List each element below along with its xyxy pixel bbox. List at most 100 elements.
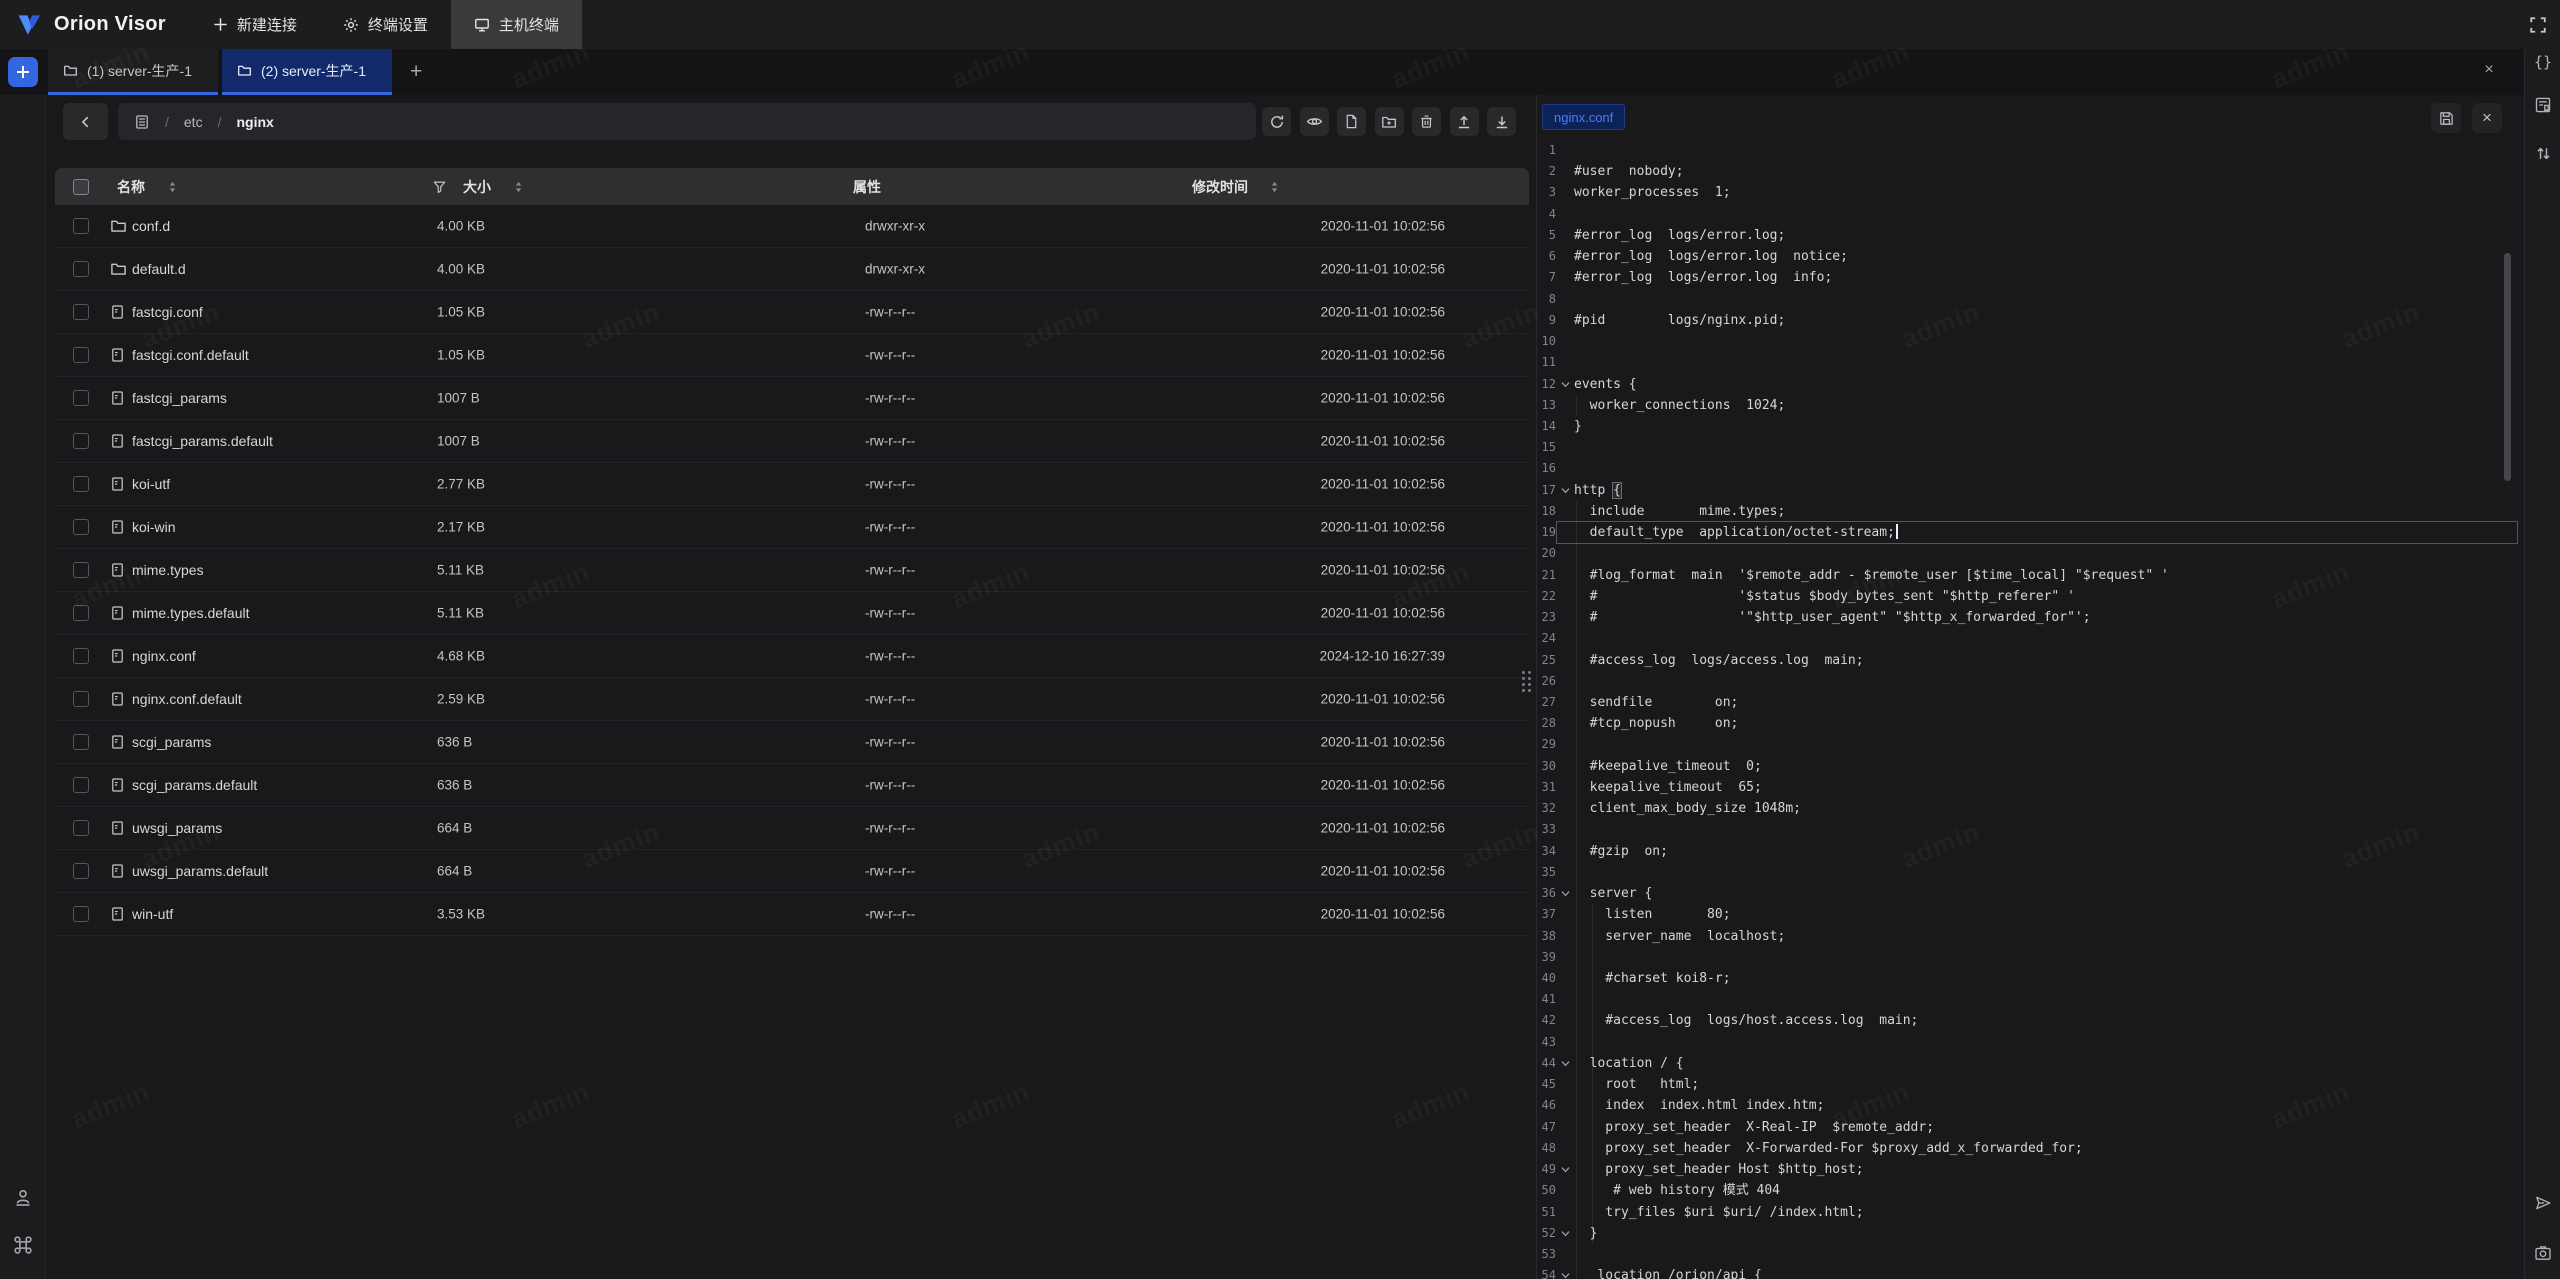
table-row[interactable]: default.d4.00 KBdrwxr-xr-x2020-11-01 10:… xyxy=(55,248,1529,291)
row-checkbox[interactable] xyxy=(73,261,89,277)
code-line[interactable]: 42 #access_log logs/host.access.log main… xyxy=(1540,1010,2524,1031)
send-icon[interactable] xyxy=(2532,1192,2554,1214)
code-line[interactable]: 21 #log_format main '$remote_addr - $rem… xyxy=(1540,565,2524,586)
command-icon[interactable] xyxy=(11,1233,35,1257)
fold-chevron-icon[interactable] xyxy=(1558,1053,1572,1074)
row-checkbox[interactable] xyxy=(73,863,89,879)
table-row[interactable]: fastcgi_params1007 B-rw-r--r--2020-11-01… xyxy=(55,377,1529,420)
fold-chevron-icon[interactable] xyxy=(1558,1159,1572,1180)
table-row[interactable]: mime.types.default5.11 KB-rw-r--r--2020-… xyxy=(55,592,1529,635)
new-session-button[interactable] xyxy=(8,57,38,87)
code-line[interactable]: 28 #tcp_nopush on; xyxy=(1540,713,2524,734)
file-name[interactable]: fastcgi_params xyxy=(132,390,227,406)
code-line[interactable]: 6#error_log logs/error.log notice; xyxy=(1540,246,2524,267)
code-line[interactable]: 4 xyxy=(1540,204,2524,225)
code-line[interactable]: 46 index index.html index.htm; xyxy=(1540,1095,2524,1116)
code-line[interactable]: 44 location / { xyxy=(1540,1053,2524,1074)
fold-chevron-icon[interactable] xyxy=(1558,883,1572,904)
menu-host-terminal[interactable]: 主机终端 xyxy=(451,0,582,49)
row-checkbox[interactable] xyxy=(73,476,89,492)
row-checkbox[interactable] xyxy=(73,433,89,449)
fold-chevron-icon[interactable] xyxy=(1558,1265,1572,1279)
code-line[interactable]: 51 try_files $uri $uri/ /index.html; xyxy=(1540,1202,2524,1223)
sort-icon[interactable] xyxy=(1269,180,1280,194)
code-line[interactable]: 54 location /orion/api { xyxy=(1540,1265,2524,1279)
code-line[interactable]: 29 xyxy=(1540,734,2524,755)
file-name[interactable]: scgi_params xyxy=(132,734,211,750)
row-checkbox[interactable] xyxy=(73,906,89,922)
table-row[interactable]: fastcgi.conf.default1.05 KB-rw-r--r--202… xyxy=(55,334,1529,377)
add-tab-button[interactable]: + xyxy=(410,60,422,84)
funnel-icon[interactable] xyxy=(432,179,447,194)
fold-chevron-icon[interactable] xyxy=(1558,374,1572,395)
table-row[interactable]: uwsgi_params664 B-rw-r--r--2020-11-01 10… xyxy=(55,807,1529,850)
code-line[interactable]: 36 server { xyxy=(1540,883,2524,904)
row-checkbox[interactable] xyxy=(73,390,89,406)
code-line[interactable]: 50 # web history 模式 404 xyxy=(1540,1180,2524,1201)
back-button[interactable] xyxy=(63,103,108,140)
code-line[interactable]: 14} xyxy=(1540,416,2524,437)
table-row[interactable]: uwsgi_params.default664 B-rw-r--r--2020-… xyxy=(55,850,1529,893)
new-file-icon[interactable] xyxy=(1337,107,1366,136)
file-name[interactable]: nginx.conf xyxy=(132,648,196,664)
file-name[interactable]: scgi_params.default xyxy=(132,777,257,793)
file-name[interactable]: win-utf xyxy=(132,906,173,922)
table-row[interactable]: fastcgi_params.default1007 B-rw-r--r--20… xyxy=(55,420,1529,463)
code-line[interactable]: 1 xyxy=(1540,140,2524,161)
code-line[interactable]: 13 worker_connections 1024; xyxy=(1540,395,2524,416)
code-line[interactable]: 18 include mime.types; xyxy=(1540,501,2524,522)
code-line[interactable]: 47 proxy_set_header X-Real-IP $remote_ad… xyxy=(1540,1117,2524,1138)
code-line[interactable]: 40 #charset koi8-r; xyxy=(1540,968,2524,989)
table-row[interactable]: fastcgi.conf1.05 KB-rw-r--r--2020-11-01 … xyxy=(55,291,1529,334)
menu-new-connection[interactable]: 新建连接 xyxy=(190,0,320,49)
code-line[interactable]: 25 #access_log logs/access.log main; xyxy=(1540,650,2524,671)
file-name[interactable]: koi-win xyxy=(132,519,176,535)
delete-icon[interactable] xyxy=(1412,107,1441,136)
sort-icon[interactable] xyxy=(513,180,524,194)
row-checkbox[interactable] xyxy=(73,347,89,363)
close-panel-icon[interactable]: × xyxy=(2478,59,2500,81)
row-checkbox[interactable] xyxy=(73,734,89,750)
code-line[interactable]: 15 xyxy=(1540,437,2524,458)
code-line[interactable]: 24 xyxy=(1540,628,2524,649)
panel-divider[interactable] xyxy=(1536,95,1541,1279)
user-icon[interactable] xyxy=(11,1186,35,1210)
row-checkbox[interactable] xyxy=(73,304,89,320)
download-icon[interactable] xyxy=(1487,107,1516,136)
table-row[interactable]: scgi_params.default636 B-rw-r--r--2020-1… xyxy=(55,764,1529,807)
breadcrumb-segment-nginx[interactable]: nginx xyxy=(236,114,273,130)
code-line[interactable]: 2#user nobody; xyxy=(1540,161,2524,182)
table-row[interactable]: mime.types5.11 KB-rw-r--r--2020-11-01 10… xyxy=(55,549,1529,592)
doc-bookmark-icon[interactable] xyxy=(2532,94,2554,116)
row-checkbox[interactable] xyxy=(73,218,89,234)
table-row[interactable]: koi-win2.17 KB-rw-r--r--2020-11-01 10:02… xyxy=(55,506,1529,549)
file-name[interactable]: uwsgi_params xyxy=(132,820,222,836)
table-row[interactable]: scgi_params636 B-rw-r--r--2020-11-01 10:… xyxy=(55,721,1529,764)
code-line[interactable]: 41 xyxy=(1540,989,2524,1010)
upload-icon[interactable] xyxy=(1450,107,1479,136)
save-icon[interactable] xyxy=(2431,103,2461,133)
row-checkbox[interactable] xyxy=(73,562,89,578)
code-line[interactable]: 16 xyxy=(1540,458,2524,479)
code-line[interactable]: 23 # '"$http_user_agent" "$http_x_forwar… xyxy=(1540,607,2524,628)
row-checkbox[interactable] xyxy=(73,605,89,621)
code-line[interactable]: 45 root html; xyxy=(1540,1074,2524,1095)
fold-chevron-icon[interactable] xyxy=(1558,1223,1572,1244)
divider-drag-handle[interactable] xyxy=(1522,671,1531,692)
code-line[interactable]: 49 proxy_set_header Host $http_host; xyxy=(1540,1159,2524,1180)
code-line[interactable]: 43 xyxy=(1540,1032,2524,1053)
braces-icon[interactable]: {} xyxy=(2532,51,2554,73)
row-checkbox[interactable] xyxy=(73,519,89,535)
code-line[interactable]: 32 client_max_body_size 1048m; xyxy=(1540,798,2524,819)
tab-server-2-active[interactable]: (2) server-生产-1 xyxy=(222,49,392,95)
sort-icon[interactable] xyxy=(167,180,178,194)
file-name[interactable]: koi-utf xyxy=(132,476,170,492)
refresh-icon[interactable] xyxy=(1262,107,1291,136)
code-line[interactable]: 35 xyxy=(1540,862,2524,883)
code-line[interactable]: 37 listen 80; xyxy=(1540,904,2524,925)
code-line[interactable]: 5#error_log logs/error.log; xyxy=(1540,225,2524,246)
breadcrumb-segment-etc[interactable]: etc xyxy=(184,114,203,130)
code-line[interactable]: 11 xyxy=(1540,352,2524,373)
table-row[interactable]: koi-utf2.77 KB-rw-r--r--2020-11-01 10:02… xyxy=(55,463,1529,506)
file-name[interactable]: nginx.conf.default xyxy=(132,691,242,707)
